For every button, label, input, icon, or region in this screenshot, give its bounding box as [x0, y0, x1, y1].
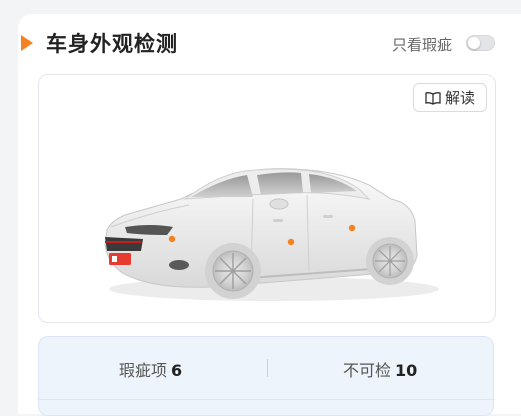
toggle-knob	[468, 37, 480, 49]
stats-panel: 瑕疵项 6 不可检 10	[38, 336, 495, 416]
defect-marker[interactable]	[168, 235, 176, 243]
car-viewer: 解读	[38, 74, 496, 323]
only-defects-toggle[interactable]	[466, 35, 495, 51]
uncheckable-count: 10	[395, 361, 418, 380]
defects-label: 瑕疵项	[119, 361, 168, 380]
title-marker-icon	[21, 35, 33, 51]
defects-stat[interactable]: 瑕疵项 6	[119, 357, 182, 381]
defect-marker[interactable]	[348, 224, 356, 232]
card-title: 车身外观检测	[46, 32, 178, 56]
exterior-inspection-card: 车身外观检测 只看瑕疵 解读 瑕疵项 6 不可检 10	[18, 14, 521, 416]
defects-count: 6	[171, 361, 183, 380]
interpret-button[interactable]: 解读	[413, 83, 487, 112]
defect-marker[interactable]	[287, 238, 295, 246]
uncheckable-stat[interactable]: 不可检 10	[343, 357, 417, 381]
car-image	[104, 168, 439, 301]
book-icon	[425, 91, 441, 105]
interpret-button-label: 解读	[444, 89, 475, 107]
card-header: 车身外观检测 只看瑕疵	[18, 14, 521, 74]
stats-divider	[267, 359, 268, 377]
only-defects-label[interactable]: 只看瑕疵	[392, 34, 452, 55]
uncheckable-label: 不可检	[343, 361, 392, 380]
